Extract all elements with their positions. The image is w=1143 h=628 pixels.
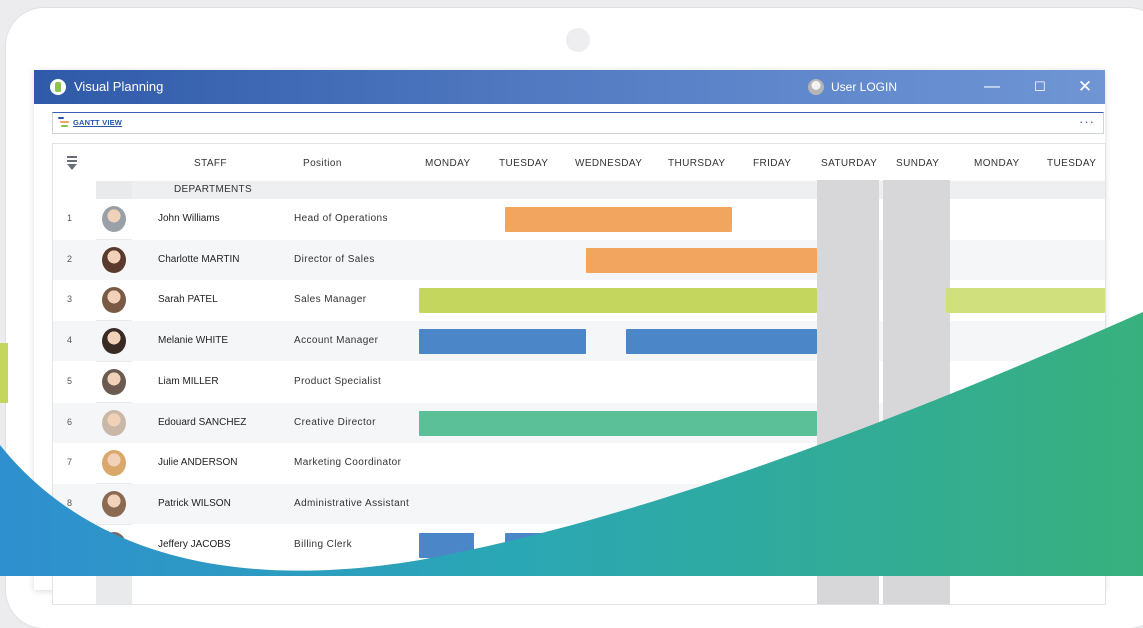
user-login-label[interactable]: User LOGIN (831, 80, 897, 94)
gantt-task-bar[interactable] (505, 207, 732, 232)
gantt-task-bar[interactable] (586, 247, 817, 273)
avatar (102, 206, 126, 232)
row-number: 3 (67, 294, 73, 305)
maximize-button[interactable]: ☐ (1020, 70, 1060, 104)
minimize-button[interactable]: — (972, 70, 1012, 104)
staff-position: Director of Sales (294, 253, 375, 265)
staff-position: Sales Manager (294, 294, 367, 306)
group-row[interactable]: DEPARTMENTS (132, 181, 1105, 199)
staff-name: Edouard SANCHEZ (158, 416, 247, 428)
avatar (102, 450, 126, 477)
gantt-task-bar[interactable] (419, 329, 586, 355)
gantt-task-bar[interactable] (419, 410, 817, 436)
staff-name: Sarah PATEL (158, 294, 218, 306)
view-bar: GANTT VIEW ··· (52, 112, 1104, 134)
staff-name: John Williams (158, 213, 220, 224)
avatar (102, 409, 126, 436)
day-header: THURSDAY (668, 158, 726, 169)
more-options-icon[interactable]: ··· (1079, 114, 1095, 129)
row-number: 9 (67, 538, 73, 549)
title-bar: Visual Planning User LOGIN — ☐ ✕ (34, 70, 1105, 104)
gantt-task-bar[interactable] (505, 532, 585, 558)
staff-position: Head of Operations (294, 213, 388, 224)
day-header: FRIDAY (753, 158, 792, 169)
staff-position: Billing Clerk (294, 538, 352, 550)
gantt-task-bar[interactable] (419, 532, 474, 558)
day-header: MONDAY (974, 158, 1020, 169)
staff-name: Melanie WHITE (158, 335, 229, 347)
day-header: TUESDAY (499, 158, 549, 169)
avatar (102, 531, 126, 558)
staff-name: Charlotte MARTIN (158, 253, 240, 265)
staff-name: Julie ANDERSON (158, 457, 238, 469)
group-label: DEPARTMENTS (174, 184, 252, 195)
day-header: SUNDAY (896, 158, 940, 169)
day-header: MONDAY (425, 158, 471, 169)
staff-position: Administrative Assistant (294, 497, 410, 509)
app-title: Visual Planning (74, 79, 164, 94)
grid-header: STAFF Position MONDAY TUESDAY WEDNESDAY … (53, 144, 1105, 181)
row-number: 4 (67, 335, 73, 346)
staff-name: Liam MILLER (158, 375, 219, 387)
camera-icon (566, 28, 590, 52)
gantt-grid: STAFF Position MONDAY TUESDAY WEDNESDAY … (52, 143, 1106, 605)
day-header: SATURDAY (821, 158, 878, 169)
app-logo-icon (50, 79, 66, 95)
staff-position: Account Manager (294, 335, 379, 347)
staff-position: Product Specialist (294, 375, 382, 387)
avatar (102, 246, 126, 273)
app-window: Visual Planning User LOGIN — ☐ ✕ GANTT V… (34, 70, 1106, 605)
row-number: 5 (67, 375, 73, 386)
day-header: TUESDAY (1047, 158, 1097, 169)
day-header: WEDNESDAY (575, 158, 643, 169)
close-button[interactable]: ✕ (1065, 70, 1105, 104)
row-number: 1 (67, 213, 73, 223)
gantt-view-tab[interactable]: GANTT VIEW (73, 118, 122, 127)
gantt-task-bar[interactable] (626, 329, 817, 355)
staff-position: Marketing Coordinator (294, 457, 402, 469)
row-number: 2 (67, 253, 73, 264)
weekend-column-sunday (883, 180, 950, 604)
position-column-header[interactable]: Position (303, 158, 342, 169)
weekend-column-saturday (817, 180, 879, 604)
staff-column-header[interactable]: STAFF (194, 158, 227, 169)
row-number: 7 (67, 457, 73, 468)
gantt-task-bar[interactable] (419, 288, 817, 314)
gantt-task-bar[interactable] (946, 288, 1105, 314)
avatar (102, 328, 126, 355)
staff-name: Jeffery JACOBS (158, 538, 231, 550)
row-number: 8 (67, 497, 73, 508)
avatar (102, 368, 126, 395)
staff-name: Patrick WILSON (158, 497, 231, 509)
staff-position: Creative Director (294, 416, 376, 428)
gantt-icon (58, 117, 69, 129)
avatar (102, 490, 126, 517)
avatar (102, 287, 126, 314)
user-avatar-icon[interactable] (808, 79, 824, 95)
row-number: 6 (67, 416, 73, 427)
filter-icon[interactable] (67, 156, 77, 170)
